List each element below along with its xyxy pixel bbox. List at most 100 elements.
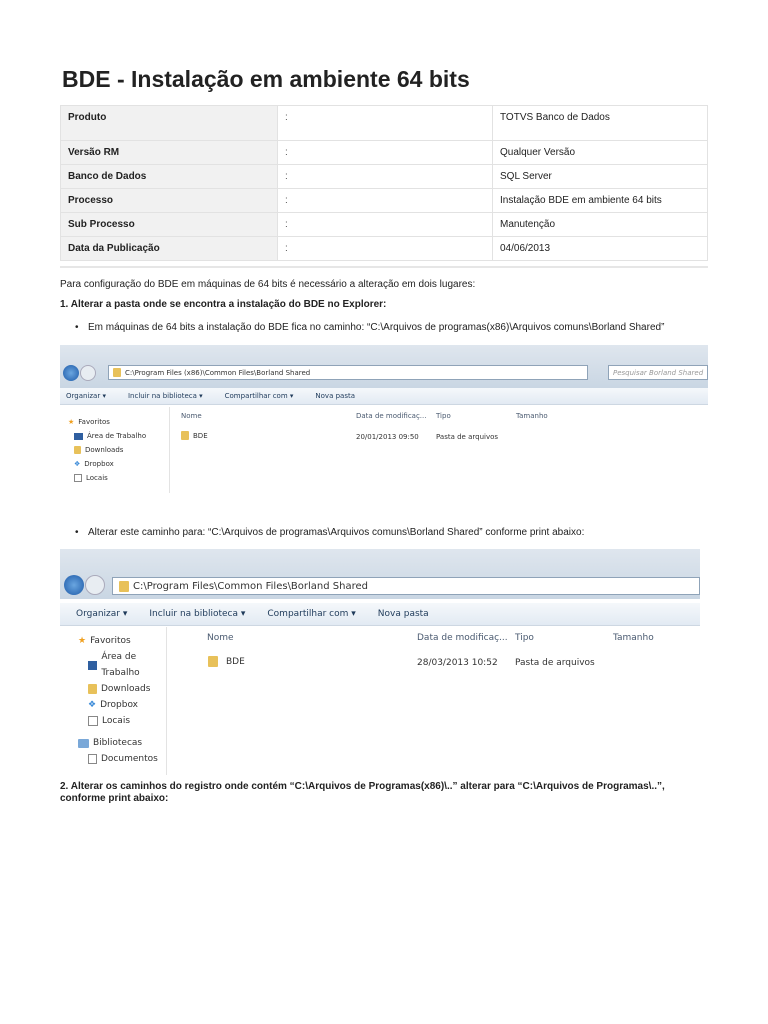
page-title: BDE - Instalação em ambiente 64 bits — [62, 66, 470, 92]
back-icon — [63, 365, 79, 381]
sidebar-item-desktop[interactable]: Área de Trabalho — [78, 649, 166, 681]
organize-button[interactable]: Organizar ▾ — [76, 609, 127, 619]
sidebar-label: Downloads — [101, 684, 151, 694]
column-type[interactable]: Tipo — [515, 633, 534, 643]
file-type: Pasta de arquivos — [436, 433, 499, 441]
sidebar-item-dropbox[interactable]: ❖ Dropbox — [68, 457, 169, 471]
row-label: Produto — [60, 105, 278, 141]
bullet-1: Em máquinas de 64 bits a instalação do B… — [75, 322, 664, 333]
include-library-button[interactable]: Incluir na biblioteca ▾ — [128, 392, 203, 400]
column-date[interactable]: Data de modificaç... — [356, 412, 426, 420]
metadata-table: Produto: TOTVS Banco de Dados Versão RM: Q… — [60, 105, 708, 261]
new-folder-button[interactable]: Nova pasta — [315, 392, 355, 400]
address-bar[interactable]: C:\Program Files (x86)\Common Files\Borl… — [108, 365, 588, 380]
file-date: 20/01/2013 09:50 — [356, 433, 419, 441]
column-size[interactable]: Tamanho — [613, 633, 654, 643]
table-row: Data da Publicação:04/06/2013 — [60, 236, 708, 261]
sidebar-item-locais[interactable]: Locais — [78, 713, 166, 729]
column-type[interactable]: Tipo — [436, 412, 451, 420]
row-label: Sub Processo — [60, 212, 278, 237]
dropbox-icon: ❖ — [74, 460, 81, 468]
file-type: Pasta de arquivos — [515, 658, 595, 668]
downloads-icon — [88, 684, 97, 694]
row-separator: : — [277, 212, 493, 237]
sidebar-item-downloads[interactable]: Downloads — [78, 681, 166, 697]
sidebar-item-downloads[interactable]: Downloads — [68, 443, 169, 457]
sidebar-item-dropbox[interactable]: ❖ Dropbox — [78, 697, 166, 713]
step-2-heading: 2. Alterar os caminhos do registro onde … — [60, 781, 665, 804]
places-icon — [88, 716, 98, 726]
row-separator: : — [277, 188, 493, 213]
row-value: Manutenção — [492, 212, 708, 237]
row-separator: : — [277, 105, 493, 141]
downloads-icon — [74, 446, 81, 454]
sidebar-item-favorites[interactable]: ★ Favoritos — [68, 415, 169, 429]
table-row: Sub Processo: Manutenção — [60, 212, 708, 237]
step-1-heading: 1. Alterar a pasta onde se encontra a in… — [60, 299, 387, 310]
table-row: Processo: Instalação BDE em ambiente 64 b… — [60, 188, 708, 213]
sidebar-item-locais[interactable]: Locais — [68, 471, 169, 485]
sidebar-label: Documentos — [101, 754, 158, 764]
explorer-screenshot-2: C:\Program Files\Common Files\Borland Sh… — [60, 549, 700, 775]
sidebar-label: Favoritos — [90, 636, 131, 646]
back-icon — [64, 575, 84, 595]
sidebar-item-documents[interactable]: Documentos — [78, 751, 166, 767]
table-row: Versão RM: Qualquer Versão — [60, 140, 708, 165]
sidebar-label: Downloads — [85, 446, 124, 454]
star-icon: ★ — [78, 636, 87, 646]
file-date: 28/03/2013 10:52 — [417, 658, 498, 668]
address-bar[interactable]: C:\Program Files\Common Files\Borland Sh… — [112, 577, 700, 595]
sidebar-label: Dropbox — [100, 700, 138, 710]
file-name: BDE — [226, 656, 245, 667]
star-icon: ★ — [68, 418, 75, 426]
desktop-icon — [88, 660, 98, 670]
file-row[interactable]: BDE — [181, 431, 208, 440]
column-date[interactable]: Data de modificaç... — [417, 633, 508, 643]
intro-text: Para configuração do BDE em máquinas de … — [60, 279, 476, 290]
search-input[interactable]: Pesquisar Borland Shared — [608, 365, 708, 380]
address-path: C:\Program Files (x86)\Common Files\Borl… — [125, 368, 311, 377]
desktop-icon — [74, 432, 83, 440]
table-row: Banco de Dados: SQL Server — [60, 164, 708, 189]
column-size[interactable]: Tamanho — [516, 412, 548, 420]
share-button[interactable]: Compartilhar com ▾ — [225, 392, 294, 400]
forward-icon — [80, 365, 96, 381]
sidebar-label: Favoritos — [78, 418, 110, 426]
sidebar-item-libraries[interactable]: Bibliotecas — [78, 735, 166, 751]
new-folder-button[interactable]: Nova pasta — [378, 609, 429, 619]
sidebar-label: Dropbox — [84, 460, 114, 468]
file-row[interactable]: BDE — [208, 656, 245, 667]
column-name[interactable]: Nome — [181, 412, 202, 420]
row-value: SQL Server — [492, 164, 708, 189]
sidebar-item-desktop[interactable]: Área de Trabalho — [68, 429, 169, 443]
dropbox-icon: ❖ — [88, 700, 97, 710]
sidebar-label: Locais — [86, 474, 108, 482]
row-label: Data da Publicação — [60, 236, 278, 261]
column-name[interactable]: Nome — [207, 633, 234, 643]
forward-icon — [85, 575, 105, 595]
bullet-2: Alterar este caminho para: “C:\Arquivos … — [75, 527, 584, 538]
search-placeholder: Pesquisar Borland Shared — [613, 368, 704, 377]
sidebar-item-favorites[interactable]: ★ Favoritos — [78, 633, 166, 649]
file-name: BDE — [193, 431, 208, 440]
address-path: C:\Program Files\Common Files\Borland Sh… — [133, 580, 368, 592]
row-separator: : — [277, 236, 493, 261]
places-icon — [74, 474, 82, 482]
row-label: Banco de Dados — [60, 164, 278, 189]
include-library-button[interactable]: Incluir na biblioteca ▾ — [149, 609, 245, 619]
explorer-screenshot-1: C:\Program Files (x86)\Common Files\Borl… — [60, 345, 708, 493]
documents-icon — [88, 754, 97, 764]
row-value: Instalação BDE em ambiente 64 bits — [492, 188, 708, 213]
sidebar-label: Área de Trabalho — [87, 432, 147, 440]
row-value: TOTVS Banco de Dados — [492, 105, 708, 141]
table-row: Produto: TOTVS Banco de Dados — [60, 105, 708, 141]
organize-button[interactable]: Organizar ▾ — [66, 392, 106, 400]
sidebar-label: Bibliotecas — [93, 738, 143, 748]
row-label: Processo — [60, 188, 278, 213]
row-label: Versão RM — [60, 140, 278, 165]
sidebar-label: Locais — [102, 716, 131, 726]
share-button[interactable]: Compartilhar com ▾ — [267, 609, 355, 619]
folder-icon — [181, 431, 189, 440]
folder-icon — [208, 656, 218, 667]
folder-icon — [119, 580, 129, 592]
